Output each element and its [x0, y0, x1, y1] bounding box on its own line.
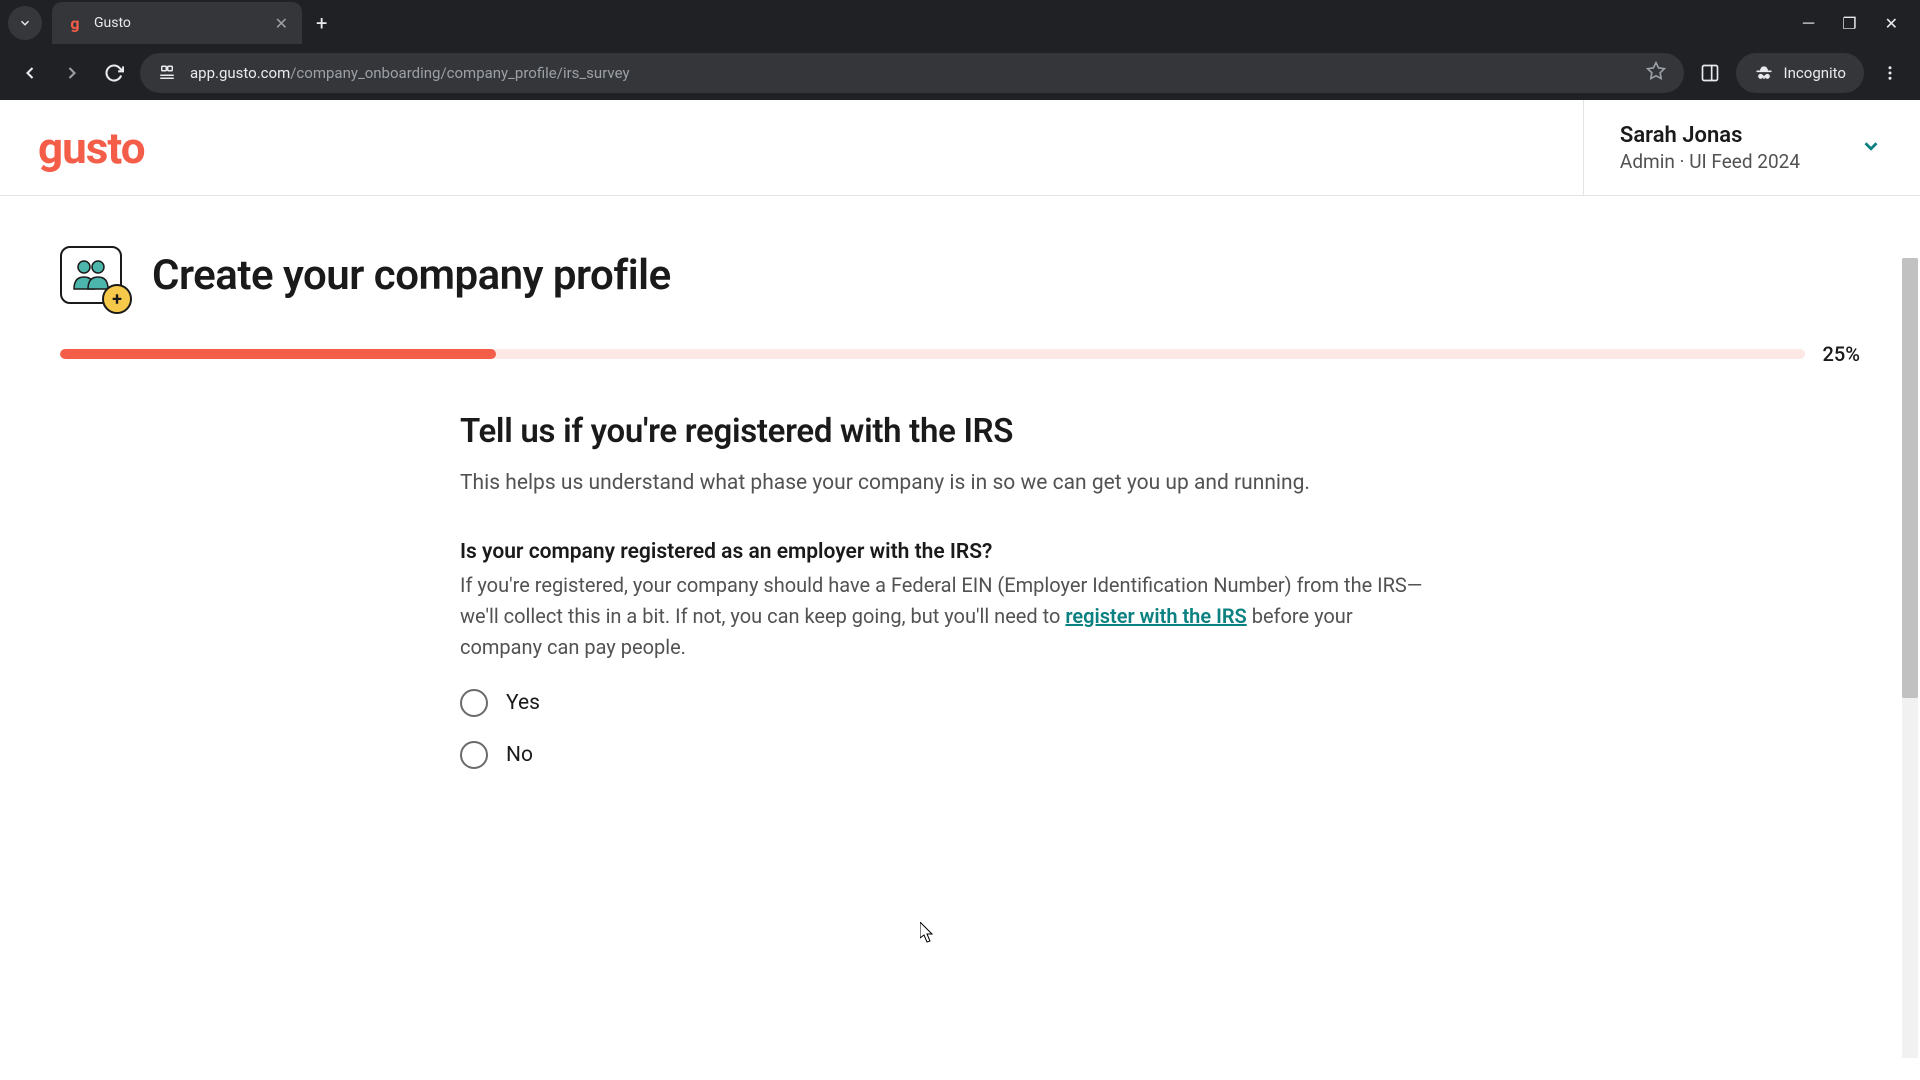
chevron-down-icon [1860, 135, 1882, 157]
user-menu-chevron [1860, 135, 1882, 161]
radio-circle [460, 689, 488, 717]
star-icon [1646, 61, 1666, 81]
url-input[interactable]: app.gusto.com/company_onboarding/company… [140, 53, 1684, 93]
radio-circle [460, 741, 488, 769]
section-title: Tell us if you're registered with the IR… [460, 412, 1430, 451]
progress-fill [60, 349, 496, 359]
page-header: + Create your company profile [60, 246, 1860, 304]
maximize-button[interactable]: ❐ [1842, 14, 1856, 33]
chevron-down-icon [18, 16, 32, 30]
sidepanel-icon [1700, 63, 1720, 83]
close-tab-button[interactable]: ✕ [275, 14, 288, 33]
minimize-button[interactable]: ─ [1803, 13, 1814, 33]
radio-label: Yes [506, 691, 540, 715]
browser-tab[interactable]: g Gusto ✕ [52, 2, 302, 44]
user-role: Admin · UI Feed 2024 [1620, 150, 1800, 173]
progress-row: 25% [60, 342, 1860, 366]
window-controls: ─ ❐ ✕ [1803, 0, 1920, 46]
user-menu[interactable]: Sarah Jonas Admin · UI Feed 2024 [1583, 100, 1882, 195]
arrow-left-icon [20, 63, 40, 83]
form-section: Tell us if you're registered with the IR… [460, 412, 1430, 769]
forward-button[interactable] [56, 57, 88, 89]
bookmark-button[interactable] [1646, 61, 1666, 85]
reload-button[interactable] [98, 57, 130, 89]
gusto-logo[interactable]: gusto [38, 122, 145, 174]
people-icon [71, 257, 111, 293]
more-vertical-icon [1881, 64, 1899, 82]
url-text: app.gusto.com/company_onboarding/company… [190, 64, 1632, 82]
site-settings-icon[interactable] [158, 64, 176, 82]
user-name: Sarah Jonas [1620, 123, 1800, 148]
arrow-right-icon [62, 63, 82, 83]
sidepanel-button[interactable] [1694, 57, 1726, 89]
question-label: Is your company registered as an employe… [460, 540, 1430, 564]
tab-search-button[interactable] [8, 6, 42, 40]
radio-label: No [506, 743, 533, 767]
company-profile-icon: + [60, 246, 122, 304]
question-help: If you're registered, your company shoul… [460, 570, 1430, 663]
plus-badge-icon: + [102, 284, 132, 314]
new-tab-button[interactable]: + [316, 11, 327, 35]
reload-icon [104, 63, 124, 83]
radio-option-yes[interactable]: Yes [460, 689, 1430, 717]
page-title: Create your company profile [152, 251, 671, 300]
progress-bar [60, 349, 1805, 359]
browser-chrome: g Gusto ✕ + ─ ❐ ✕ app.gusto.com/company_… [0, 0, 1920, 100]
main-content: + Create your company profile 25% Tell u… [0, 196, 1920, 819]
user-info: Sarah Jonas Admin · UI Feed 2024 [1620, 123, 1800, 173]
browser-menu-button[interactable] [1874, 64, 1906, 82]
radio-option-no[interactable]: No [460, 741, 1430, 769]
incognito-label: Incognito [1784, 64, 1846, 82]
progress-label: 25% [1823, 342, 1860, 366]
gusto-favicon-icon: g [66, 14, 84, 32]
scrollbar-thumb[interactable] [1902, 258, 1918, 698]
close-window-button[interactable]: ✕ [1885, 14, 1898, 33]
section-description: This helps us understand what phase your… [460, 467, 1430, 500]
radio-group: Yes No [460, 689, 1430, 769]
cursor-icon [920, 922, 936, 944]
tab-title: Gusto [94, 15, 265, 31]
tab-bar: g Gusto ✕ + ─ ❐ ✕ [0, 0, 1920, 46]
register-irs-link[interactable]: register with the IRS [1065, 604, 1246, 628]
incognito-badge[interactable]: Incognito [1736, 53, 1864, 93]
incognito-icon [1754, 63, 1774, 83]
back-button[interactable] [14, 57, 46, 89]
app-header: gusto Sarah Jonas Admin · UI Feed 2024 [0, 100, 1920, 196]
address-bar: app.gusto.com/company_onboarding/company… [0, 46, 1920, 100]
